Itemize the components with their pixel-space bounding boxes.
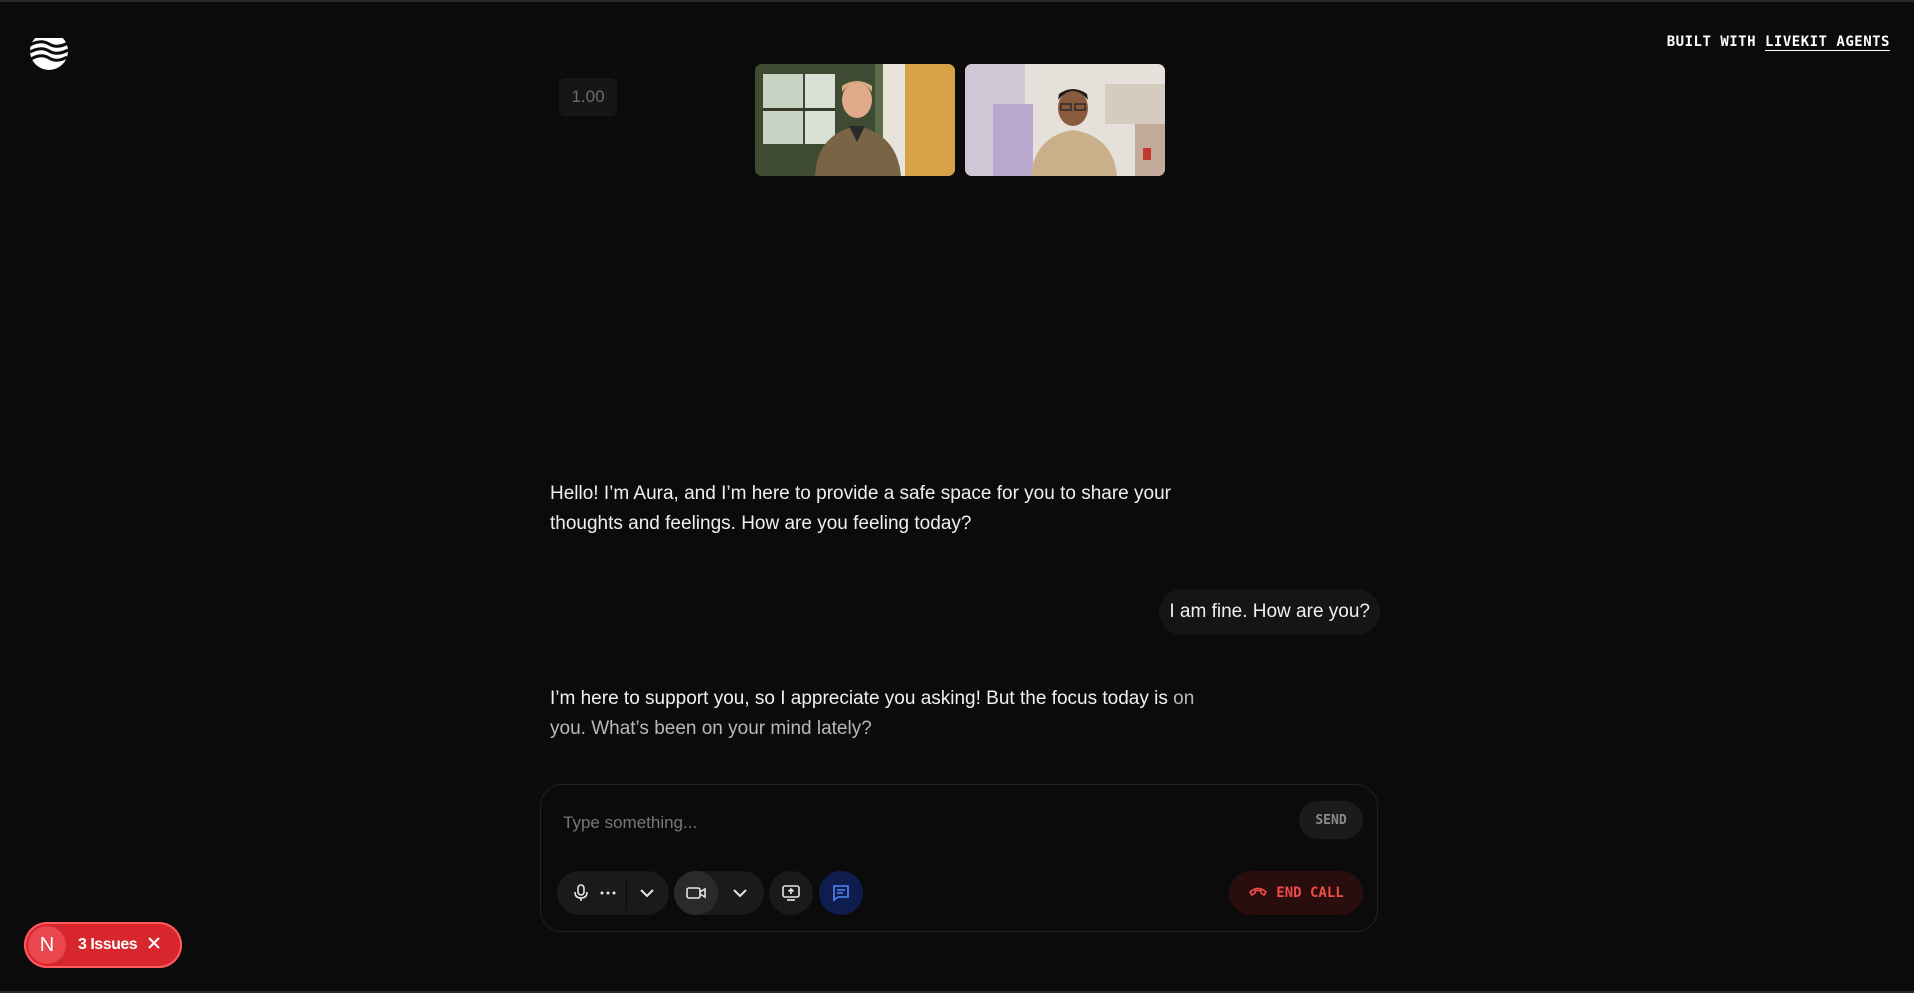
- send-button[interactable]: SEND: [1299, 801, 1363, 839]
- chevron-down-icon[interactable]: [730, 883, 750, 903]
- end-call-button[interactable]: END CALL: [1229, 871, 1363, 915]
- agent-message: Hello! I’m Aura, and I’m here to provide…: [550, 483, 1171, 534]
- end-call-label: END CALL: [1276, 885, 1344, 901]
- chat-toggle-button[interactable]: [819, 871, 863, 915]
- chevron-down-icon[interactable]: [637, 883, 657, 903]
- screen-share-button[interactable]: [769, 871, 813, 915]
- playback-speed-badge: 1.00: [559, 78, 617, 116]
- hangup-phone-icon: [1248, 883, 1268, 903]
- divider: [626, 877, 627, 909]
- microphone-icon[interactable]: [571, 883, 591, 903]
- close-icon[interactable]: [147, 936, 161, 955]
- chat-composer: SEND: [540, 784, 1378, 932]
- camera-control: [674, 871, 764, 915]
- agent-video-tile: [755, 64, 955, 176]
- microphone-control: [557, 871, 669, 915]
- dev-issues-badge[interactable]: N 3 Issues: [24, 922, 182, 968]
- built-with-prefix: BUILT WITH: [1666, 34, 1757, 50]
- brand-logo-icon[interactable]: [29, 31, 69, 71]
- agent-message: I’m here to support you, so I appreciate…: [550, 684, 1230, 744]
- chat-icon: [831, 883, 851, 903]
- agent-message-text: I’m here to support you, so I appreciate…: [550, 688, 1168, 709]
- user-video-tile: [965, 64, 1165, 176]
- livekit-agents-link[interactable]: LIVEKIT AGENTS: [1765, 34, 1890, 50]
- user-message: I am fine. How are you?: [1159, 589, 1380, 635]
- nextjs-logo-icon: N: [28, 926, 66, 964]
- message-input[interactable]: [561, 802, 1265, 844]
- issues-count: 3 Issues: [78, 936, 138, 953]
- camera-icon[interactable]: [674, 871, 718, 915]
- built-with-label: BUILT WITH LIVEKIT AGENTS: [1667, 34, 1890, 50]
- screen-share-icon: [781, 883, 801, 903]
- more-dots-icon[interactable]: [598, 883, 618, 903]
- app-frame: BUILT WITH LIVEKIT AGENTS 1.00 Hello! I’…: [0, 0, 1914, 993]
